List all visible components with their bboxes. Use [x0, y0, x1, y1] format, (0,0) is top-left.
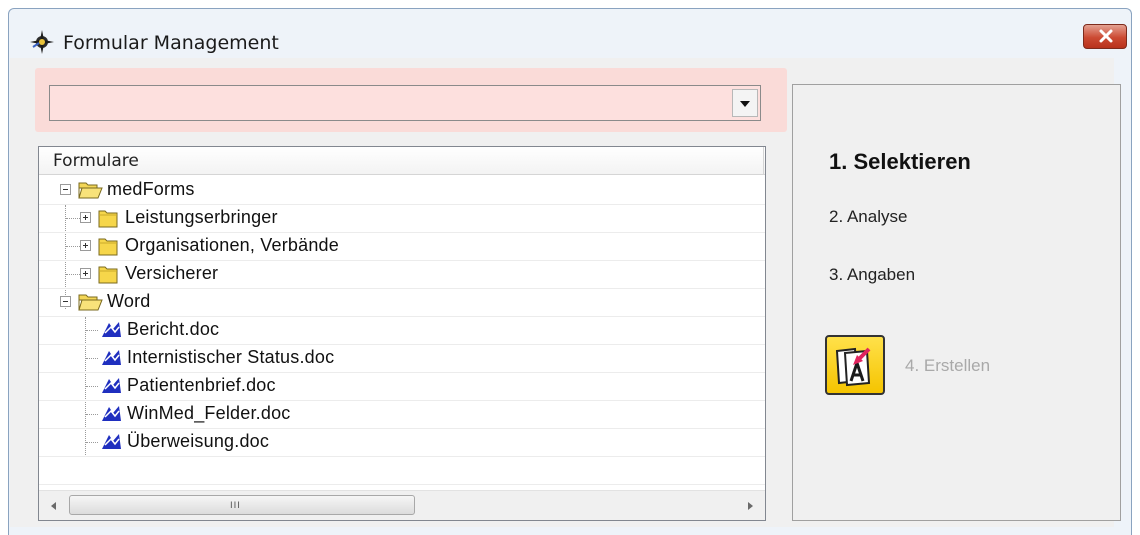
- step-selektieren: 1. Selektieren: [829, 149, 971, 174]
- scrollbar-thumb[interactable]: III: [69, 495, 415, 515]
- folder-open-icon: [78, 294, 103, 311]
- close-icon: [1099, 29, 1113, 43]
- horizontal-scrollbar[interactable]: III: [39, 490, 765, 520]
- form-search-input[interactable]: [50, 86, 730, 120]
- tree-header-label: Formulare: [53, 151, 139, 171]
- tree-item-label: WinMed_Felder.doc: [127, 403, 291, 423]
- word-document-icon: [102, 350, 121, 365]
- forms-tree[interactable]: Formulare medForms Leistungserbringer Or…: [38, 146, 766, 521]
- tree-item-leistungserbringer[interactable]: Leistungserbringer: [39, 205, 765, 233]
- step-analyse: 2. Analyse: [829, 207, 908, 226]
- window-title: Formular Management: [63, 32, 279, 54]
- tree-item-organisationen[interactable]: Organisationen, Verbände: [39, 233, 765, 261]
- expand-toggle[interactable]: [80, 268, 91, 279]
- app-icon: [30, 30, 54, 54]
- tree-empty-row: [39, 457, 765, 485]
- tree-item-patientenbrief[interactable]: Patientenbrief.doc: [39, 373, 765, 401]
- combo-dropdown-button[interactable]: [732, 89, 758, 117]
- tree-item-label: Patientenbrief.doc: [127, 375, 276, 395]
- step-erstellen: 4. Erstellen: [905, 356, 991, 375]
- close-button[interactable]: [1083, 24, 1127, 49]
- collapse-toggle[interactable]: [60, 184, 71, 195]
- create-form-button[interactable]: [825, 335, 885, 395]
- word-document-icon: [102, 406, 121, 421]
- word-document-icon: [102, 378, 121, 393]
- tree-column-header[interactable]: Formulare: [39, 147, 765, 175]
- tree-item-ueberweisung[interactable]: Überweisung.doc: [39, 429, 765, 457]
- tree-item-label: Internistischer Status.doc: [127, 347, 335, 367]
- expand-toggle[interactable]: [80, 240, 91, 251]
- tree-item-bericht[interactable]: Bericht.doc: [39, 317, 765, 345]
- tree-item-winmed-felder[interactable]: WinMed_Felder.doc: [39, 401, 765, 429]
- chevron-down-icon: [740, 101, 750, 107]
- tree-item-internistischer-status[interactable]: Internistischer Status.doc: [39, 345, 765, 373]
- tree-item-label: Word: [107, 291, 151, 311]
- scroll-right-icon[interactable]: [745, 501, 755, 511]
- folder-icon: [98, 210, 118, 228]
- create-form-icon: [835, 347, 871, 387]
- tree-item-medforms[interactable]: medForms: [39, 177, 765, 205]
- collapse-toggle[interactable]: [60, 296, 71, 307]
- tree-item-label: Versicherer: [125, 263, 219, 283]
- folder-open-icon: [78, 182, 103, 199]
- word-document-icon: [102, 322, 121, 337]
- folder-icon: [98, 238, 118, 256]
- tree-item-versicherer[interactable]: Versicherer: [39, 261, 765, 289]
- tree-item-label: medForms: [107, 179, 195, 199]
- wizard-steps-panel: 1. Selektieren 2. Analyse 3. Angaben 4. …: [792, 84, 1121, 521]
- expand-toggle[interactable]: [80, 212, 91, 223]
- step-angaben: 3. Angaben: [829, 265, 916, 284]
- folder-icon: [98, 266, 118, 284]
- word-document-icon: [102, 434, 121, 449]
- grip-icon: III: [230, 501, 241, 511]
- tree-item-label: Überweisung.doc: [127, 431, 270, 451]
- tree-item-label: Bericht.doc: [127, 319, 220, 339]
- tree-item-label: Organisationen, Verbände: [125, 235, 339, 255]
- tree-item-word[interactable]: Word: [39, 289, 765, 317]
- form-search-combo[interactable]: [49, 85, 761, 121]
- scroll-left-icon[interactable]: [49, 501, 59, 511]
- tree-item-label: Leistungserbringer: [125, 207, 278, 227]
